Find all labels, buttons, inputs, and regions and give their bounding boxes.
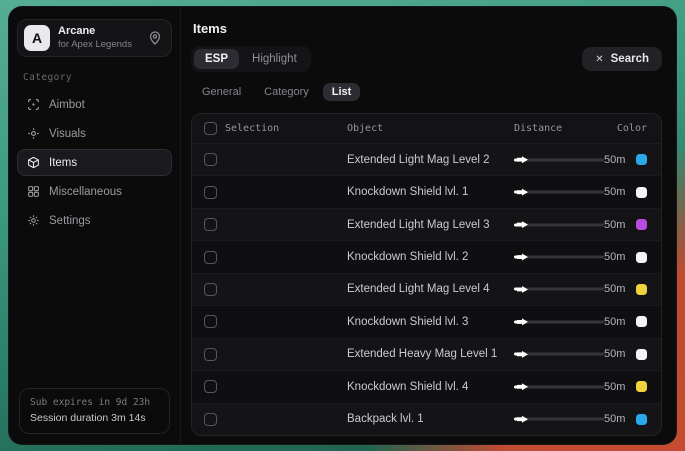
header-distance: Distance [514, 123, 562, 134]
row-checkbox[interactable] [204, 348, 217, 361]
app-window: A Arcane for Apex Legends Category Aimbo… [8, 6, 677, 445]
color-swatch[interactable] [636, 349, 647, 360]
row-checkbox[interactable] [204, 380, 217, 393]
table-row: Backpack lvl. 1 50m [192, 403, 661, 435]
distance-slider[interactable] [514, 219, 604, 231]
tab-highlight[interactable]: Highlight [241, 49, 308, 69]
object-label: Extended Light Mag Level 4 [347, 283, 514, 295]
scan-icon [27, 127, 40, 140]
distance-slider[interactable] [514, 186, 604, 198]
category-section-label: Category [23, 72, 166, 83]
row-checkbox[interactable] [204, 283, 217, 296]
color-swatch[interactable] [636, 252, 647, 263]
distance-slider[interactable] [514, 316, 604, 328]
sidebar-item-visuals[interactable]: Visuals [17, 120, 172, 147]
distance-slider[interactable] [514, 348, 604, 360]
search-button[interactable]: ✕ Search [582, 47, 662, 71]
object-label: Extended Light Mag Level 3 [347, 219, 514, 231]
row-checkbox[interactable] [204, 315, 217, 328]
select-all-checkbox[interactable] [204, 122, 217, 135]
distance-slider[interactable] [514, 251, 604, 263]
search-icon: ✕ [595, 54, 603, 65]
app-title: Arcane [58, 25, 139, 39]
session-duration-text: Session duration 3m 14s [30, 412, 159, 424]
box-icon [27, 156, 40, 169]
table-row: Knockdown Shield lvl. 4 50m [192, 370, 661, 402]
sidebar-item-label: Visuals [49, 128, 86, 140]
row-checkbox[interactable] [204, 153, 217, 166]
table-row: Knockdown Shield lvl. 2 50m [192, 240, 661, 272]
header-object: Object [347, 123, 514, 134]
table-row: Extended Heavy Mag Level 1 50m [192, 338, 661, 370]
object-label: Knockdown Shield lvl. 3 [347, 316, 514, 328]
items-table: Selection Object Distance Color Extended… [191, 113, 662, 436]
sidebar-item-label: Items [49, 157, 77, 169]
header-selection: Selection [225, 123, 347, 134]
sidebar: A Arcane for Apex Legends Category Aimbo… [9, 7, 181, 444]
sidebar-item-miscellaneous[interactable]: Miscellaneous [17, 178, 172, 205]
row-checkbox[interactable] [204, 413, 217, 426]
gear-icon [27, 214, 40, 227]
object-label: Backpack lvl. 1 [347, 413, 514, 425]
color-swatch[interactable] [636, 154, 647, 165]
header-color: Color [617, 123, 647, 134]
subtab-category[interactable]: Category [255, 83, 318, 101]
sidebar-item-label: Aimbot [49, 99, 85, 111]
tab-esp[interactable]: ESP [194, 49, 239, 69]
page-title: Items [193, 21, 662, 36]
search-button-label: Search [611, 53, 649, 65]
sidebar-item-aimbot[interactable]: Aimbot [17, 91, 172, 118]
sidebar-item-settings[interactable]: Settings [17, 207, 172, 234]
subtab-group: General Category List [193, 83, 662, 101]
app-logo: A [24, 25, 50, 51]
row-checkbox[interactable] [204, 186, 217, 199]
color-swatch[interactable] [636, 219, 647, 230]
color-swatch[interactable] [636, 381, 647, 392]
row-checkbox[interactable] [204, 251, 217, 264]
table-row: Knockdown Shield lvl. 1 50m [192, 175, 661, 207]
distance-slider[interactable] [514, 154, 604, 166]
sidebar-item-items[interactable]: Items [17, 149, 172, 176]
distance-slider[interactable] [514, 381, 604, 393]
subtab-general[interactable]: General [193, 83, 250, 101]
sidebar-item-label: Settings [49, 215, 91, 227]
app-header-card: A Arcane for Apex Legends [17, 19, 172, 57]
table-row: Extended Light Mag Level 4 50m [192, 273, 661, 305]
pin-icon[interactable] [147, 30, 163, 46]
esp-highlight-tab-group: ESP Highlight [191, 46, 311, 72]
object-label: Knockdown Shield lvl. 1 [347, 186, 514, 198]
subscription-info-card: Sub expires in 9d 23h Session duration 3… [19, 388, 170, 434]
object-label: Knockdown Shield lvl. 2 [347, 251, 514, 263]
sidebar-item-label: Miscellaneous [49, 186, 122, 198]
sub-expires-text: Sub expires in 9d 23h [30, 397, 159, 408]
grid-icon [27, 185, 40, 198]
table-body: Extended Light Mag Level 2 50m Knockdown… [192, 144, 661, 435]
object-label: Knockdown Shield lvl. 4 [347, 381, 514, 393]
table-row: Extended Light Mag Level 2 50m [192, 144, 661, 175]
crosshair-icon [27, 98, 40, 111]
color-swatch[interactable] [636, 284, 647, 295]
row-checkbox[interactable] [204, 218, 217, 231]
color-swatch[interactable] [636, 187, 647, 198]
table-row: Knockdown Shield lvl. 3 50m [192, 305, 661, 337]
object-label: Extended Heavy Mag Level 1 [347, 348, 514, 360]
subtab-list[interactable]: List [323, 83, 361, 101]
table-row: Extended Light Mag Level 3 50m [192, 208, 661, 240]
table-header: Selection Object Distance Color [192, 114, 661, 144]
object-label: Extended Light Mag Level 2 [347, 154, 514, 166]
main-panel: Items ESP Highlight ✕ Search General Cat… [181, 7, 676, 444]
distance-slider[interactable] [514, 283, 604, 295]
distance-slider[interactable] [514, 413, 604, 425]
color-swatch[interactable] [636, 414, 647, 425]
app-subtitle: for Apex Legends [58, 39, 139, 51]
color-swatch[interactable] [636, 316, 647, 327]
